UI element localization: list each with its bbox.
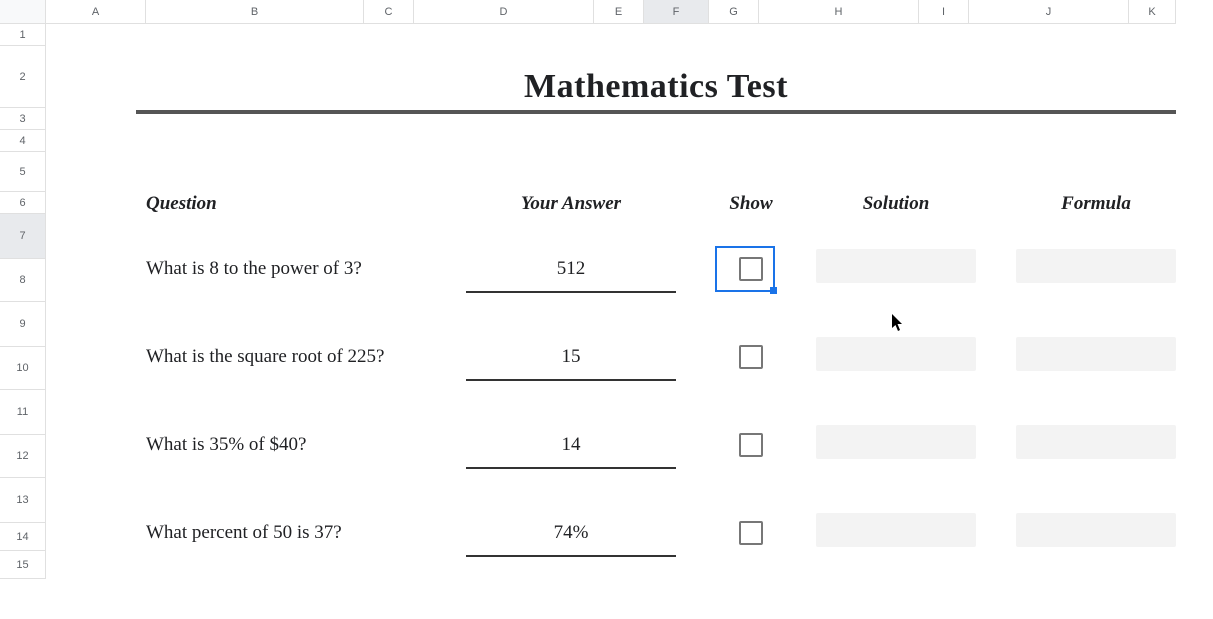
answer-cell[interactable]: 512 <box>466 249 676 293</box>
formula-cell[interactable] <box>1016 425 1176 459</box>
solution-cell[interactable] <box>816 249 976 283</box>
column-header[interactable]: B <box>146 0 364 24</box>
row-header[interactable]: 1 <box>0 24 46 46</box>
column-header[interactable]: D <box>414 0 594 24</box>
question-text: What percent of 50 is 37? <box>146 513 466 553</box>
row-header[interactable]: 3 <box>0 108 46 130</box>
row-header[interactable]: 6 <box>0 192 46 214</box>
row-header[interactable]: 5 <box>0 152 46 192</box>
header-solution: Solution <box>816 184 976 224</box>
question-text: What is 35% of $40? <box>146 425 466 465</box>
show-checkbox[interactable] <box>739 433 763 457</box>
row-header[interactable]: 14 <box>0 523 46 551</box>
spreadsheet-grid: ABCDEFGHIJK 123456789101112131415 Mathem… <box>0 0 1213 619</box>
row-header[interactable]: 12 <box>0 435 46 478</box>
header-formula: Formula <box>1016 184 1176 224</box>
formula-cell[interactable] <box>1016 249 1176 283</box>
row-header[interactable]: 9 <box>0 302 46 347</box>
sheet-title: Mathematics Test <box>136 64 1176 114</box>
formula-cell[interactable] <box>1016 337 1176 371</box>
question-text: What is the square root of 225? <box>146 337 466 377</box>
show-checkbox[interactable] <box>739 345 763 369</box>
show-checkbox[interactable] <box>739 257 763 281</box>
mouse-cursor-icon <box>892 314 904 337</box>
column-header[interactable]: J <box>969 0 1129 24</box>
column-header[interactable]: H <box>759 0 919 24</box>
solution-cell[interactable] <box>816 513 976 547</box>
row-header[interactable]: 11 <box>0 390 46 435</box>
header-question: Question <box>146 184 426 224</box>
cell-area[interactable]: Mathematics Test Question Your Answer Sh… <box>46 24 1213 619</box>
column-header[interactable]: C <box>364 0 414 24</box>
formula-cell[interactable] <box>1016 513 1176 547</box>
row-header[interactable]: 4 <box>0 130 46 152</box>
row-headers: 123456789101112131415 <box>0 24 46 579</box>
column-header[interactable]: K <box>1129 0 1176 24</box>
show-checkbox-wrap <box>696 513 806 553</box>
row-header[interactable]: 8 <box>0 259 46 302</box>
answer-cell[interactable]: 14 <box>466 425 676 469</box>
header-show: Show <box>696 184 806 224</box>
column-header[interactable]: G <box>709 0 759 24</box>
row-header[interactable]: 15 <box>0 551 46 579</box>
question-text: What is 8 to the power of 3? <box>146 249 466 289</box>
row-header[interactable]: 13 <box>0 478 46 523</box>
show-checkbox-wrap <box>696 425 806 465</box>
show-checkbox-wrap <box>696 337 806 377</box>
answer-cell[interactable]: 74% <box>466 513 676 557</box>
select-all-corner[interactable] <box>0 0 46 24</box>
solution-cell[interactable] <box>816 425 976 459</box>
show-checkbox[interactable] <box>739 521 763 545</box>
solution-cell[interactable] <box>816 337 976 371</box>
column-headers: ABCDEFGHIJK <box>46 0 1176 24</box>
column-header[interactable]: I <box>919 0 969 24</box>
row-header[interactable]: 7 <box>0 214 46 259</box>
row-header[interactable]: 2 <box>0 46 46 108</box>
column-header[interactable]: A <box>46 0 146 24</box>
answer-cell[interactable]: 15 <box>466 337 676 381</box>
row-header[interactable]: 10 <box>0 347 46 390</box>
header-answer: Your Answer <box>466 184 676 224</box>
column-header[interactable]: F <box>644 0 709 24</box>
show-checkbox-wrap <box>696 249 806 289</box>
column-header[interactable]: E <box>594 0 644 24</box>
